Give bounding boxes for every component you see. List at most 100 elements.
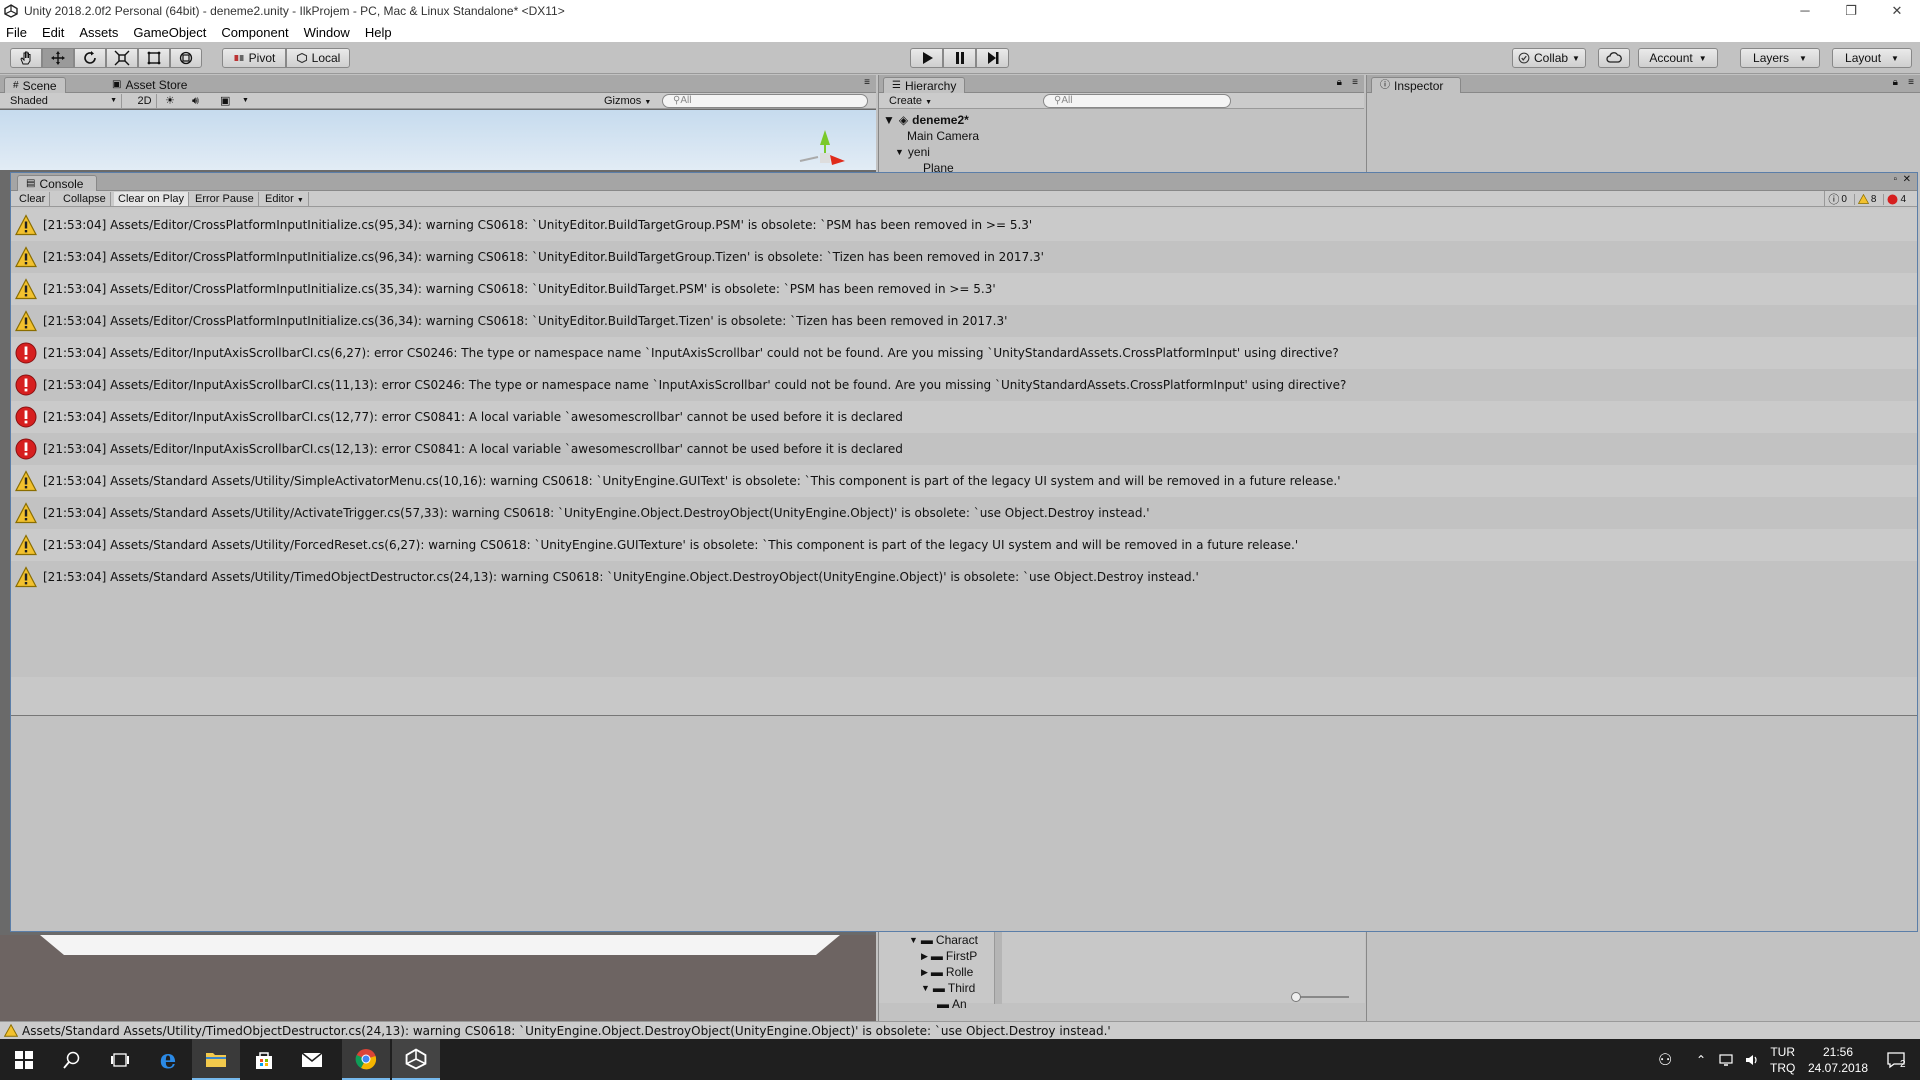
- file-explorer-app[interactable]: [192, 1039, 240, 1080]
- play-button[interactable]: [910, 48, 943, 68]
- volume-icon[interactable]: [1744, 1039, 1760, 1080]
- menu-window[interactable]: Window: [304, 25, 350, 40]
- menu-component[interactable]: Component: [221, 25, 288, 40]
- move-arrows-icon: [51, 51, 65, 65]
- clear-button[interactable]: Clear: [15, 192, 51, 206]
- gizmos-dropdown[interactable]: Gizmos ▼: [604, 94, 651, 108]
- hierarchy-item-yeni[interactable]: ▼ yeni: [883, 144, 1359, 160]
- console-log-entry[interactable]: [21:53:04] Assets/Editor/InputAxisScroll…: [11, 369, 1917, 401]
- status-message[interactable]: Assets/Standard Assets/Utility/TimedObje…: [22, 1024, 1111, 1038]
- transform-tool-button[interactable]: [170, 48, 202, 68]
- scale-tool-button[interactable]: [106, 48, 138, 68]
- rect-tool-button[interactable]: [138, 48, 170, 68]
- console-log-entry[interactable]: [21:53:04] Assets/Standard Assets/Utilit…: [11, 561, 1917, 593]
- console-log-entry[interactable]: [21:53:04] Assets/Editor/CrossPlatformIn…: [11, 241, 1917, 273]
- panel-menu-icon[interactable]: ≡: [864, 76, 870, 90]
- tab-hierarchy[interactable]: ☰ Hierarchy: [883, 77, 966, 93]
- clear-on-play-toggle[interactable]: Clear on Play: [114, 192, 190, 206]
- hand-tool-button[interactable]: [10, 48, 42, 68]
- effects-icon[interactable]: ▣: [220, 94, 230, 108]
- search-button[interactable]: [48, 1039, 96, 1080]
- move-tool-button[interactable]: [42, 48, 74, 68]
- folder-item[interactable]: ▶ ▬ FirstP: [909, 948, 1004, 964]
- action-center-button[interactable]: 2: [1878, 1039, 1914, 1080]
- console-log-entry[interactable]: [21:53:04] Assets/Editor/InputAxisScroll…: [11, 433, 1917, 465]
- panel-menu-icon[interactable]: ≡: [1908, 76, 1914, 90]
- account-dropdown[interactable]: Account ▼: [1638, 48, 1718, 68]
- console-log-entry[interactable]: [21:53:04] Assets/Editor/CrossPlatformIn…: [11, 209, 1917, 241]
- scene-root-item[interactable]: ▼ ◈ deneme2*: [883, 112, 1359, 128]
- lock-icon[interactable]: 🔒︎: [1893, 76, 1898, 90]
- tab-console[interactable]: ▤ Console: [17, 175, 97, 191]
- pause-button[interactable]: [943, 48, 976, 68]
- close-icon[interactable]: ✕: [1903, 173, 1911, 187]
- 2d-toggle[interactable]: 2D: [133, 94, 157, 108]
- edge-app[interactable]: e: [144, 1039, 192, 1080]
- collab-dropdown[interactable]: Collab ▼: [1512, 48, 1586, 68]
- local-toggle[interactable]: Local: [286, 48, 350, 68]
- folder-item[interactable]: ▶ ▬ Rolle: [909, 964, 1004, 980]
- console-log-entry[interactable]: [21:53:04] Assets/Standard Assets/Utilit…: [11, 529, 1917, 561]
- start-button[interactable]: [0, 1039, 48, 1080]
- editor-dropdown[interactable]: Editor ▼: [261, 192, 309, 206]
- tab-inspector[interactable]: ⓘ Inspector: [1371, 77, 1461, 93]
- console-log-entry[interactable]: [21:53:04] Assets/Editor/InputAxisScroll…: [11, 337, 1917, 369]
- scene-search-input[interactable]: ⚲All: [662, 94, 868, 108]
- console-log-entry[interactable]: [21:53:04] Assets/Standard Assets/Utilit…: [11, 497, 1917, 529]
- chevron-down-icon[interactable]: ▼: [242, 94, 249, 108]
- collapse-button[interactable]: Collapse: [59, 192, 111, 206]
- pivot-toggle[interactable]: Pivot: [222, 48, 286, 68]
- store-app[interactable]: [240, 1039, 288, 1080]
- menu-help[interactable]: Help: [365, 25, 392, 40]
- people-icon[interactable]: ⚇: [1658, 1039, 1672, 1080]
- tab-scene[interactable]: # Scene: [4, 77, 66, 93]
- console-log-entry[interactable]: [21:53:04] Assets/Standard Assets/Utilit…: [11, 465, 1917, 497]
- close-button[interactable]: ✕: [1874, 0, 1920, 22]
- folder-item[interactable]: ▼ ▬ Third: [909, 980, 1004, 996]
- menu-gameobject[interactable]: GameObject: [133, 25, 206, 40]
- chevron-down-icon: ▼: [1572, 53, 1580, 63]
- rotate-tool-button[interactable]: [74, 48, 106, 68]
- console-log-entry[interactable]: [21:53:04] Assets/Editor/CrossPlatformIn…: [11, 273, 1917, 305]
- lock-icon[interactable]: 🔒︎: [1337, 76, 1342, 90]
- create-dropdown[interactable]: Create ▼: [889, 94, 935, 108]
- menu-file[interactable]: File: [6, 25, 27, 40]
- shading-dropdown[interactable]: Shaded ▼: [10, 94, 122, 108]
- language-indicator[interactable]: TUR TRQ: [1770, 1039, 1795, 1080]
- maximize-icon[interactable]: ▫: [1893, 173, 1897, 187]
- network-icon[interactable]: [1718, 1039, 1734, 1080]
- zoom-slider[interactable]: [1294, 996, 1349, 998]
- scene-gizmo-icon[interactable]: [790, 125, 860, 175]
- console-log-list[interactable]: [21:53:04] Assets/Editor/CrossPlatformIn…: [11, 209, 1917, 677]
- unity-app[interactable]: [392, 1039, 440, 1080]
- mail-app[interactable]: [288, 1039, 336, 1080]
- audio-icon[interactable]: 🔊︎: [192, 94, 199, 108]
- chevron-up-icon[interactable]: ⌃: [1696, 1039, 1706, 1080]
- console-log-entry[interactable]: [21:53:04] Assets/Editor/InputAxisScroll…: [11, 401, 1917, 433]
- step-button[interactable]: [976, 48, 1009, 68]
- clock[interactable]: 21:56 24.07.2018: [1806, 1039, 1870, 1080]
- hierarchy-item-main-camera[interactable]: Main Camera: [883, 128, 1359, 144]
- tab-asset-store[interactable]: ▣ Asset Store: [104, 77, 195, 93]
- project-scrollbar[interactable]: [994, 932, 1002, 1004]
- zoom-slider-thumb[interactable]: [1291, 992, 1301, 1002]
- error-pause-toggle[interactable]: Error Pause: [191, 192, 259, 206]
- menu-edit[interactable]: Edit: [42, 25, 64, 40]
- hierarchy-search-input[interactable]: ⚲All: [1043, 94, 1231, 108]
- info-counter-toggle[interactable]: ⓘ 0: [1824, 191, 1850, 207]
- folder-item[interactable]: ▼ ▬ Charact: [909, 932, 1004, 948]
- folder-item[interactable]: ▬ An: [909, 996, 1004, 1012]
- layers-dropdown[interactable]: Layers ▼: [1740, 48, 1820, 68]
- panel-menu-icon[interactable]: ≡: [1352, 76, 1358, 90]
- lighting-icon[interactable]: ☀: [165, 94, 175, 108]
- warning-counter-toggle[interactable]: 8: [1853, 193, 1880, 205]
- maximize-button[interactable]: ❐: [1828, 0, 1874, 22]
- layout-dropdown[interactable]: Layout ▼: [1832, 48, 1912, 68]
- task-view-button[interactable]: [96, 1039, 144, 1080]
- minimize-button[interactable]: ─: [1782, 0, 1828, 22]
- chrome-app[interactable]: [342, 1039, 390, 1080]
- console-log-entry[interactable]: [21:53:04] Assets/Editor/CrossPlatformIn…: [11, 305, 1917, 337]
- error-counter-toggle[interactable]: 4: [1883, 193, 1909, 205]
- cloud-button[interactable]: [1598, 48, 1630, 68]
- menu-assets[interactable]: Assets: [79, 25, 118, 40]
